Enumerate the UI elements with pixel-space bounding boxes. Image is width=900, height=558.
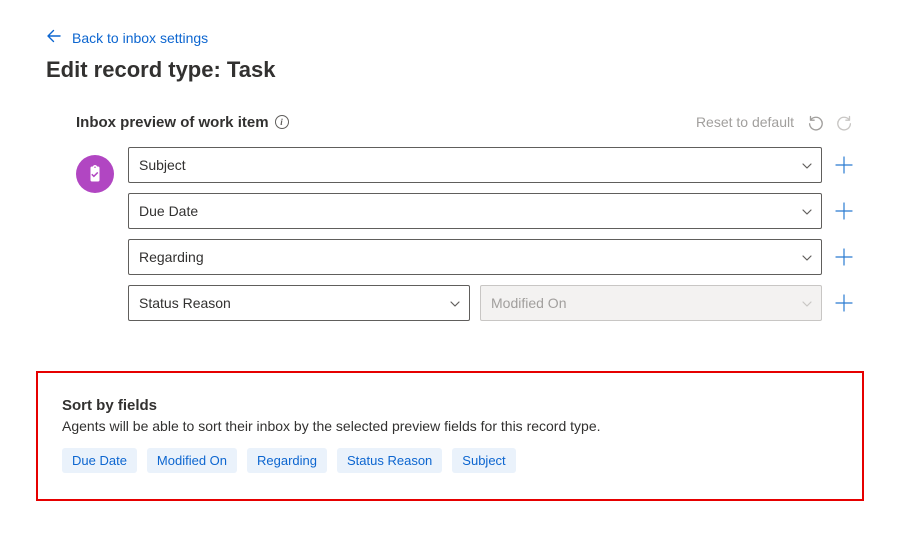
field-row: Regarding [128, 239, 854, 275]
chevron-down-icon [801, 251, 813, 263]
field-select-value: Status Reason [139, 295, 231, 311]
field-select-value: Regarding [139, 249, 204, 265]
chevron-down-icon [801, 159, 813, 171]
sort-description: Agents will be able to sort their inbox … [62, 418, 838, 434]
preview-section: Inbox preview of work item i Reset to de… [46, 113, 854, 321]
sort-chips: Due Date Modified On Regarding Status Re… [62, 448, 838, 473]
field-select[interactable]: Regarding [128, 239, 822, 275]
field-select[interactable]: Subject [128, 147, 822, 183]
field-select-value: Modified On [491, 295, 566, 311]
field-row: Status Reason Modified On [128, 285, 854, 321]
chevron-down-icon [449, 297, 461, 309]
sort-chip[interactable]: Status Reason [337, 448, 442, 473]
add-field-button[interactable] [834, 293, 854, 313]
chevron-down-icon [801, 205, 813, 217]
add-field-button[interactable] [834, 201, 854, 221]
field-select[interactable]: Status Reason [128, 285, 470, 321]
sort-chip[interactable]: Subject [452, 448, 515, 473]
field-select[interactable]: Due Date [128, 193, 822, 229]
sort-chip[interactable]: Due Date [62, 448, 137, 473]
back-link[interactable]: Back to inbox settings [46, 28, 208, 47]
selects: Due Date [128, 193, 822, 229]
field-select-value: Due Date [139, 203, 198, 219]
sort-chip[interactable]: Modified On [147, 448, 237, 473]
sort-chip[interactable]: Regarding [247, 448, 327, 473]
rows-block: Subject Due Date [76, 147, 854, 321]
clipboard-check-icon [76, 155, 114, 193]
field-select-disabled: Modified On [480, 285, 822, 321]
chevron-down-icon [801, 297, 813, 309]
section-actions: Reset to default [696, 113, 854, 131]
back-link-text: Back to inbox settings [72, 30, 208, 46]
selects: Regarding [128, 239, 822, 275]
reset-to-default-button[interactable]: Reset to default [696, 114, 794, 130]
undo-icon[interactable] [806, 113, 824, 131]
arrow-left-icon [46, 28, 62, 47]
info-icon[interactable]: i [275, 115, 289, 129]
rows: Subject Due Date [128, 147, 854, 321]
redo-icon[interactable] [836, 113, 854, 131]
field-row: Subject [128, 147, 854, 183]
page-title: Edit record type: Task [46, 57, 854, 83]
sort-by-fields-section: Sort by fields Agents will be able to so… [36, 371, 864, 501]
section-header: Inbox preview of work item i Reset to de… [76, 113, 854, 131]
add-field-button[interactable] [834, 247, 854, 267]
section-title: Inbox preview of work item [76, 114, 269, 131]
page-root: Back to inbox settings Edit record type:… [0, 0, 900, 321]
sort-title: Sort by fields [62, 397, 838, 414]
selects: Status Reason Modified On [128, 285, 822, 321]
field-row: Due Date [128, 193, 854, 229]
section-title-wrap: Inbox preview of work item i [76, 114, 289, 131]
selects: Subject [128, 147, 822, 183]
field-select-value: Subject [139, 157, 186, 173]
add-field-button[interactable] [834, 155, 854, 175]
